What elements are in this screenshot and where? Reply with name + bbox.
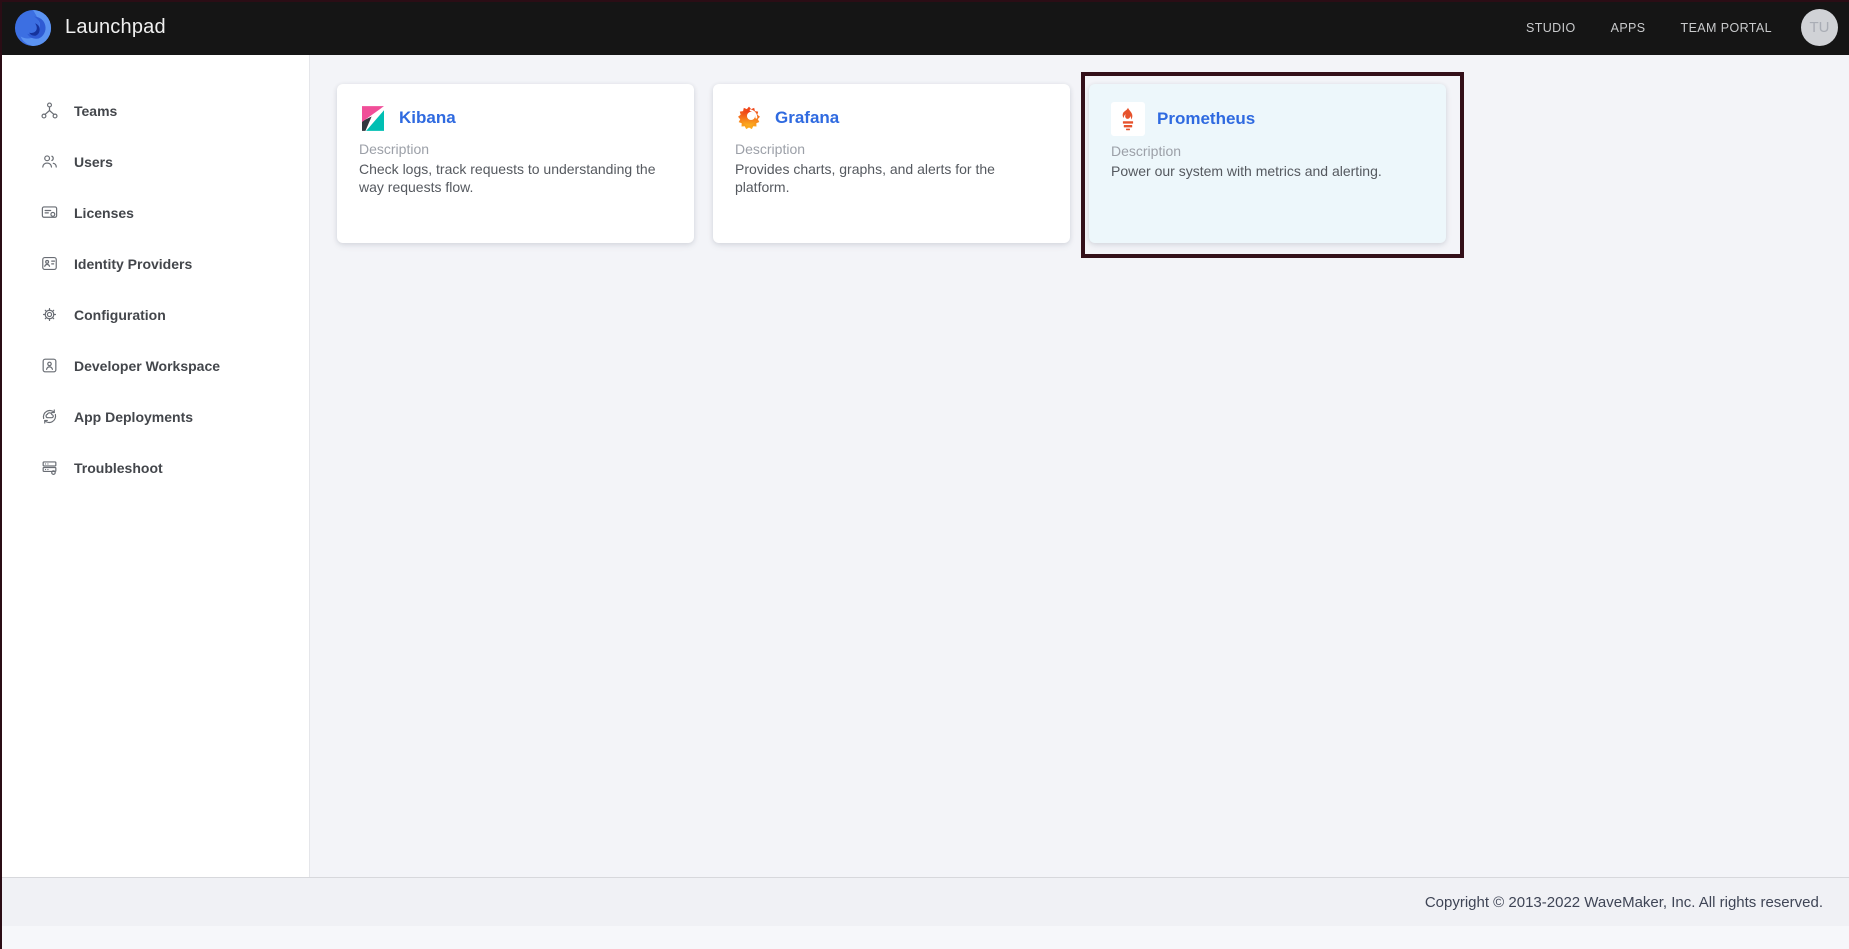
description-label: Description [735, 141, 1048, 157]
description-label: Description [359, 141, 672, 157]
sidebar-item-label: Configuration [74, 307, 166, 323]
app-card-grafana[interactable]: Grafana Description Provides charts, gra… [713, 84, 1070, 243]
sidebar-item-label: Teams [74, 103, 117, 119]
sidebar: Teams Users Licenses [0, 55, 310, 877]
sidebar-item-label: Licenses [74, 205, 134, 221]
teams-icon [39, 101, 59, 121]
avatar[interactable]: TU [1801, 9, 1838, 46]
card-title-link[interactable]: Grafana [775, 108, 839, 128]
description-text: Provides charts, graphs, and alerts for … [735, 160, 1048, 197]
card-head: Grafana [735, 102, 1048, 134]
sidebar-item-developer-workspace[interactable]: Developer Workspace [0, 340, 309, 391]
header-actions: STUDIO APPS TEAM PORTAL TU [1526, 9, 1849, 46]
avatar-initials: TU [1810, 19, 1830, 36]
sidebar-item-licenses[interactable]: Licenses [0, 187, 309, 238]
sidebar-item-configuration[interactable]: Configuration [0, 289, 309, 340]
grafana-icon [735, 102, 763, 134]
card-title-link[interactable]: Prometheus [1157, 109, 1255, 129]
description-label: Description [1111, 143, 1424, 159]
app-deployments-icon [39, 407, 59, 427]
annotation-edge-left [0, 0, 2, 949]
developer-workspace-icon [39, 356, 59, 376]
card-title-link[interactable]: Kibana [399, 108, 456, 128]
copyright-text: Copyright © 2013-2022 WaveMaker, Inc. Al… [1425, 894, 1823, 911]
nav-studio[interactable]: STUDIO [1526, 21, 1576, 35]
sidebar-item-app-deployments[interactable]: App Deployments [0, 391, 309, 442]
annotation-edge-top [0, 0, 1849, 2]
troubleshoot-icon [39, 458, 59, 478]
sidebar-item-label: Developer Workspace [74, 358, 220, 374]
nav-team-portal[interactable]: TEAM PORTAL [1681, 21, 1772, 35]
configuration-icon [39, 305, 59, 325]
sidebar-item-users[interactable]: Users [0, 136, 309, 187]
sidebar-item-identity-providers[interactable]: Identity Providers [0, 238, 309, 289]
licenses-icon [39, 203, 59, 223]
sidebar-item-label: App Deployments [74, 409, 193, 425]
nav-apps[interactable]: APPS [1611, 21, 1646, 35]
app-card-prometheus[interactable]: Prometheus Description Power our system … [1089, 84, 1446, 243]
app-cards-row: Kibana Description Check logs, track req… [337, 84, 1849, 243]
header-brand: Launchpad [0, 9, 166, 47]
sidebar-item-troubleshoot[interactable]: Troubleshoot [0, 442, 309, 493]
wavemaker-logo-icon [14, 9, 52, 47]
top-header: Launchpad STUDIO APPS TEAM PORTAL TU [0, 0, 1849, 55]
footer: Copyright © 2013-2022 WaveMaker, Inc. Al… [0, 877, 1849, 949]
main-content: Kibana Description Check logs, track req… [310, 55, 1849, 877]
identity-providers-icon [39, 254, 59, 274]
app-title: Launchpad [65, 16, 166, 39]
users-icon [39, 152, 59, 172]
card-head: Prometheus [1111, 102, 1424, 136]
description-text: Check logs, track requests to understand… [359, 160, 672, 197]
sidebar-item-label: Identity Providers [74, 256, 192, 272]
card-head: Kibana [359, 102, 672, 134]
app-card-kibana[interactable]: Kibana Description Check logs, track req… [337, 84, 694, 243]
top-nav: STUDIO APPS TEAM PORTAL [1526, 21, 1772, 35]
prometheus-icon [1111, 102, 1145, 136]
sidebar-item-teams[interactable]: Teams [0, 85, 309, 136]
sidebar-item-label: Troubleshoot [74, 460, 163, 476]
footer-bar: Copyright © 2013-2022 WaveMaker, Inc. Al… [0, 877, 1849, 926]
kibana-icon [359, 102, 387, 134]
sidebar-item-label: Users [74, 154, 113, 170]
description-text: Power our system with metrics and alerti… [1111, 162, 1424, 180]
